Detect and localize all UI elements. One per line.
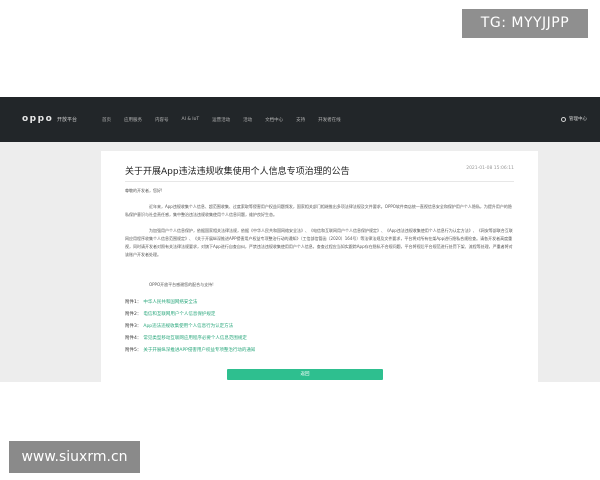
nav-item-content[interactable]: 内容号 bbox=[155, 117, 169, 123]
attachment-link[interactable]: App违法违规收集使用个人信息行为认定方法 bbox=[143, 321, 233, 333]
attachment-item[interactable]: 附件1： 中华人民共和国网络安全法 bbox=[125, 297, 255, 309]
nav-menu: 首页 应用服务 内容号 AI & IoT 运营活动 活动 文档中心 支持 开发者… bbox=[102, 117, 354, 123]
nav-item-support[interactable]: 支持 bbox=[296, 117, 305, 123]
top-navbar: oppo 开放平台 首页 应用服务 内容号 AI & IoT 运营活动 活动 文… bbox=[0, 97, 600, 142]
attachment-label: 附件4： bbox=[125, 336, 142, 341]
attachment-label: 附件2： bbox=[125, 312, 142, 317]
nav-item-services[interactable]: 应用服务 bbox=[124, 117, 142, 123]
watermark-bottom: www.siuxrm.cn bbox=[9, 441, 140, 473]
page-title: 关于开展App违法违规收集使用个人信息专项治理的公告 bbox=[125, 167, 350, 177]
attachment-link[interactable]: 常见类型移动互联网应用程序必要个人信息范围规定 bbox=[143, 333, 247, 345]
paragraph-requirements: 为加强用户个人信息保护，依据国家相关法律法规，依据《中华人民共和国网络安全法》、… bbox=[125, 228, 513, 257]
paragraph-intro: 近年来，App违规收集个人信息、超范围收集、过度索取等侵害用户权益问题频发，国家… bbox=[125, 204, 512, 217]
attachment-item[interactable]: 附件3： App违法违规收集使用个人信息行为认定方法 bbox=[125, 321, 255, 333]
user-icon bbox=[561, 116, 566, 122]
user-menu[interactable]: 管理中心 bbox=[561, 116, 587, 122]
attachment-link[interactable]: 中华人民共和国网络安全法 bbox=[143, 297, 197, 309]
attachment-label: 附件3： bbox=[125, 324, 142, 329]
title-divider bbox=[125, 181, 514, 182]
user-menu-label: 管理中心 bbox=[569, 117, 587, 122]
logo-subtitle: 开放平台 bbox=[57, 117, 78, 123]
attachment-item[interactable]: 附件5： 关于开展纵深推进APP侵害用户权益专项整治行动的通知 bbox=[125, 345, 255, 357]
attachment-link[interactable]: 关于开展纵深推进APP侵害用户权益专项整治行动的通知 bbox=[143, 345, 255, 357]
attachment-list: 附件1： 中华人民共和国网络安全法 附件2： 电信和互联网用户个人信息保护规定 … bbox=[125, 297, 255, 357]
nav-item-operations[interactable]: 运营活动 bbox=[212, 117, 230, 123]
closing-text: OPPO开放平台感谢您的配合与支持! bbox=[149, 282, 214, 287]
attachment-link[interactable]: 电信和互联网用户个人信息保护规定 bbox=[143, 309, 215, 321]
oppo-logo[interactable]: oppo bbox=[22, 114, 53, 124]
nav-item-activity[interactable]: 活动 bbox=[243, 117, 252, 123]
nav-item-ai-iot[interactable]: AI & IoT bbox=[182, 117, 200, 123]
attachment-label: 附件1： bbox=[125, 300, 142, 305]
attachment-item[interactable]: 附件2： 电信和互联网用户个人信息保护规定 bbox=[125, 309, 255, 321]
announcement-card: 关于开展App违法违规收集使用个人信息专项治理的公告 2021-01-08 15… bbox=[101, 151, 538, 382]
watermark-top: TG: MYYJJPP bbox=[462, 9, 588, 38]
back-button[interactable]: 返回 bbox=[227, 369, 383, 380]
attachment-item[interactable]: 附件4： 常见类型移动互联网应用程序必要个人信息范围规定 bbox=[125, 333, 255, 345]
publish-date: 2021-01-08 15:06:11 bbox=[466, 166, 514, 171]
attachment-label: 附件5： bbox=[125, 348, 142, 353]
greeting-text: 尊敬的开发者，您好! bbox=[125, 188, 163, 193]
nav-item-home[interactable]: 首页 bbox=[102, 117, 111, 123]
nav-item-docs[interactable]: 文档中心 bbox=[265, 117, 283, 123]
nav-item-developer[interactable]: 开发者在线 bbox=[318, 117, 341, 123]
screenshot-frame: oppo 开放平台 首页 应用服务 内容号 AI & IoT 运营活动 活动 文… bbox=[0, 97, 600, 382]
